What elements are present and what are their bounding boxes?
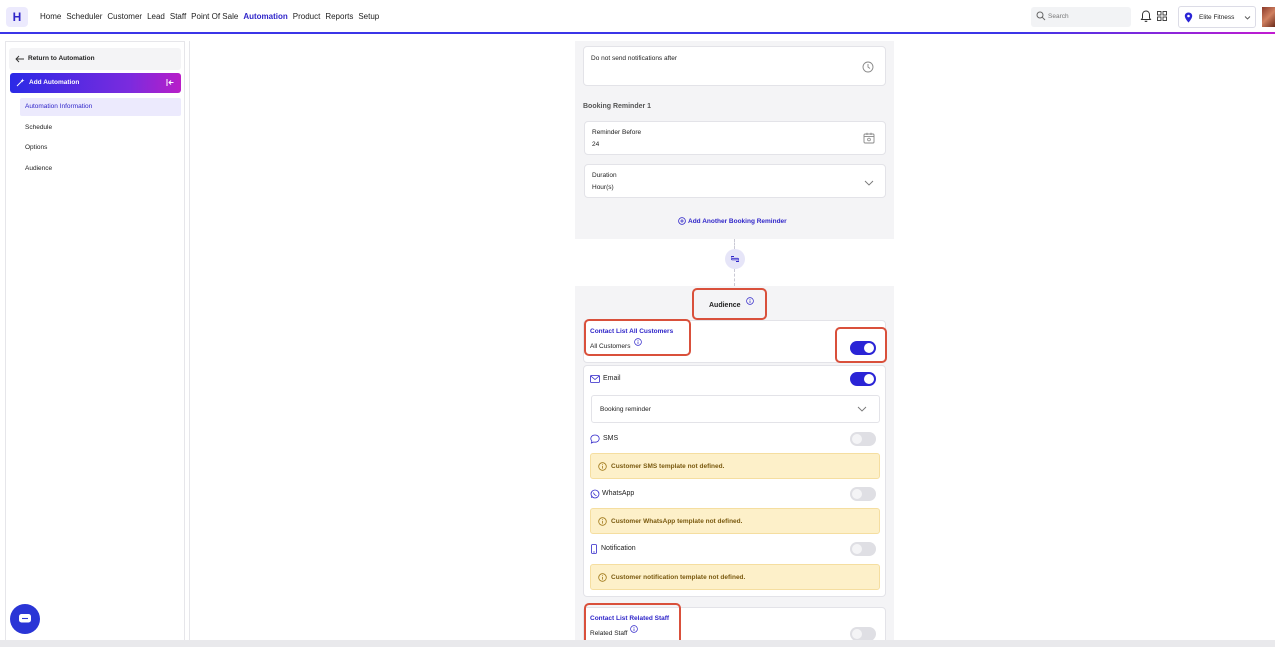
toggle-knob (852, 434, 862, 444)
reminder-before-label: Reminder Before (592, 129, 642, 136)
main-nav: Home Scheduler Customer Lead Staff Point… (40, 12, 384, 21)
booking-reminder-title: Booking Reminder 1 (583, 103, 652, 110)
mobile-phone-icon (591, 544, 597, 554)
notification-toggle[interactable] (850, 542, 876, 556)
nav-item-staff[interactable]: Staff (170, 12, 186, 21)
notification-warning: Customer notification template not defin… (590, 564, 880, 590)
chat-support-button[interactable] (10, 604, 40, 634)
chevron-down-icon (1244, 16, 1251, 20)
whatsapp-icon (590, 489, 600, 499)
sidebar-item-schedule[interactable]: Schedule (20, 119, 181, 137)
warning-info-icon (598, 462, 607, 471)
notification-warning-text: Customer notification template not defin… (611, 574, 746, 581)
flow-connector (725, 249, 745, 269)
horizontal-scrollbar[interactable] (0, 640, 1275, 647)
sidebar-item-automation-information[interactable]: Automation Information (20, 98, 181, 116)
duration-value: Hour(s) (592, 184, 614, 191)
whatsapp-channel-label: WhatsApp (602, 490, 635, 497)
sidebar-item-audience[interactable]: Audience (20, 160, 181, 178)
highlight-customers-toggle (835, 327, 887, 363)
nav-item-setup[interactable]: Setup (358, 12, 379, 21)
reminder-before-value: 24 (592, 141, 600, 148)
warning-info-icon (598, 573, 607, 582)
add-automation-header: Add Automation (10, 73, 181, 93)
back-arrow-icon (15, 55, 24, 63)
nav-item-scheduler[interactable]: Scheduler (66, 12, 102, 21)
sidebar-item-options[interactable]: Options (20, 139, 181, 157)
chat-bubble-icon (590, 434, 600, 444)
bell-icon[interactable] (1140, 10, 1152, 23)
location-name: Elite Fitness (1199, 14, 1235, 21)
highlight-staff-contact-list (584, 603, 681, 645)
search-placeholder: Search (1048, 13, 1069, 20)
chevron-down-icon (857, 406, 867, 412)
nav-item-product[interactable]: Product (293, 12, 321, 21)
email-channel-label: Email (603, 375, 621, 382)
return-label: Return to Automation (28, 55, 95, 62)
calendar-icon (863, 132, 875, 144)
nav-item-reports[interactable]: Reports (325, 12, 353, 21)
nav-item-point-of-sale[interactable]: Point Of Sale (191, 12, 238, 21)
warning-info-icon (598, 517, 607, 526)
return-to-automation-button[interactable]: Return to Automation (9, 48, 181, 70)
highlight-customers-contact-list (584, 319, 691, 356)
sms-toggle[interactable] (850, 432, 876, 446)
toggle-knob (852, 489, 862, 499)
whatsapp-warning-text: Customer WhatsApp template not defined. (611, 518, 743, 525)
no-notify-label: Do not send notifications after (591, 55, 677, 62)
connector-line (734, 269, 735, 286)
notification-channel-label: Notification (601, 545, 636, 552)
email-template-value: Booking reminder (600, 406, 651, 413)
top-navigation-bar: H Home Scheduler Customer Lead Staff Poi… (0, 0, 1275, 34)
email-icon (590, 375, 600, 383)
highlight-audience-title (692, 288, 767, 320)
toggle-knob (864, 374, 874, 384)
reminder-before-field[interactable]: Reminder Before 24 (584, 121, 886, 155)
sidebar: Return to Automation Add Automation Auto… (5, 41, 185, 641)
nav-item-automation[interactable]: Automation (243, 12, 287, 21)
chat-icon (19, 614, 31, 623)
avatar[interactable] (1262, 7, 1275, 27)
no-notify-after-field[interactable]: Do not send notifications after (583, 46, 886, 86)
location-selector[interactable]: Elite Fitness (1178, 6, 1256, 28)
nav-item-lead[interactable]: Lead (147, 12, 165, 21)
whatsapp-toggle[interactable] (850, 487, 876, 501)
sms-warning: Customer SMS template not defined. (590, 453, 880, 479)
magic-wand-icon (16, 78, 25, 87)
duration-label: Duration (592, 172, 617, 179)
clock-icon (862, 61, 874, 73)
duration-dropdown[interactable]: Duration Hour(s) (584, 164, 886, 198)
apps-grid-icon[interactable] (1157, 11, 1167, 21)
toggle-knob (852, 544, 862, 554)
email-template-dropdown[interactable]: Booking reminder (591, 395, 880, 423)
link-icon (731, 256, 739, 262)
staff-toggle[interactable] (850, 627, 876, 641)
sms-channel-label: SMS (603, 435, 619, 442)
collapse-sidebar-icon[interactable] (166, 78, 175, 87)
toggle-knob (852, 629, 862, 639)
nav-item-customer[interactable]: Customer (107, 12, 142, 21)
email-toggle[interactable] (850, 372, 876, 386)
chevron-down-icon (864, 180, 874, 186)
location-pin-icon (1184, 12, 1193, 23)
search-input[interactable]: Search (1031, 7, 1131, 27)
sms-warning-text: Customer SMS template not defined. (611, 463, 725, 470)
add-another-reminder-label: Add Another Booking Reminder (688, 217, 787, 225)
whatsapp-warning: Customer WhatsApp template not defined. (590, 508, 880, 534)
search-icon (1036, 11, 1046, 21)
add-automation-label: Add Automation (29, 79, 80, 86)
plus-circle-icon (678, 217, 686, 225)
connector-line (734, 239, 735, 249)
nav-item-home[interactable]: Home (40, 12, 61, 21)
add-another-reminder-link[interactable]: Add Another Booking Reminder (678, 217, 787, 225)
app-logo[interactable]: H (6, 7, 28, 27)
